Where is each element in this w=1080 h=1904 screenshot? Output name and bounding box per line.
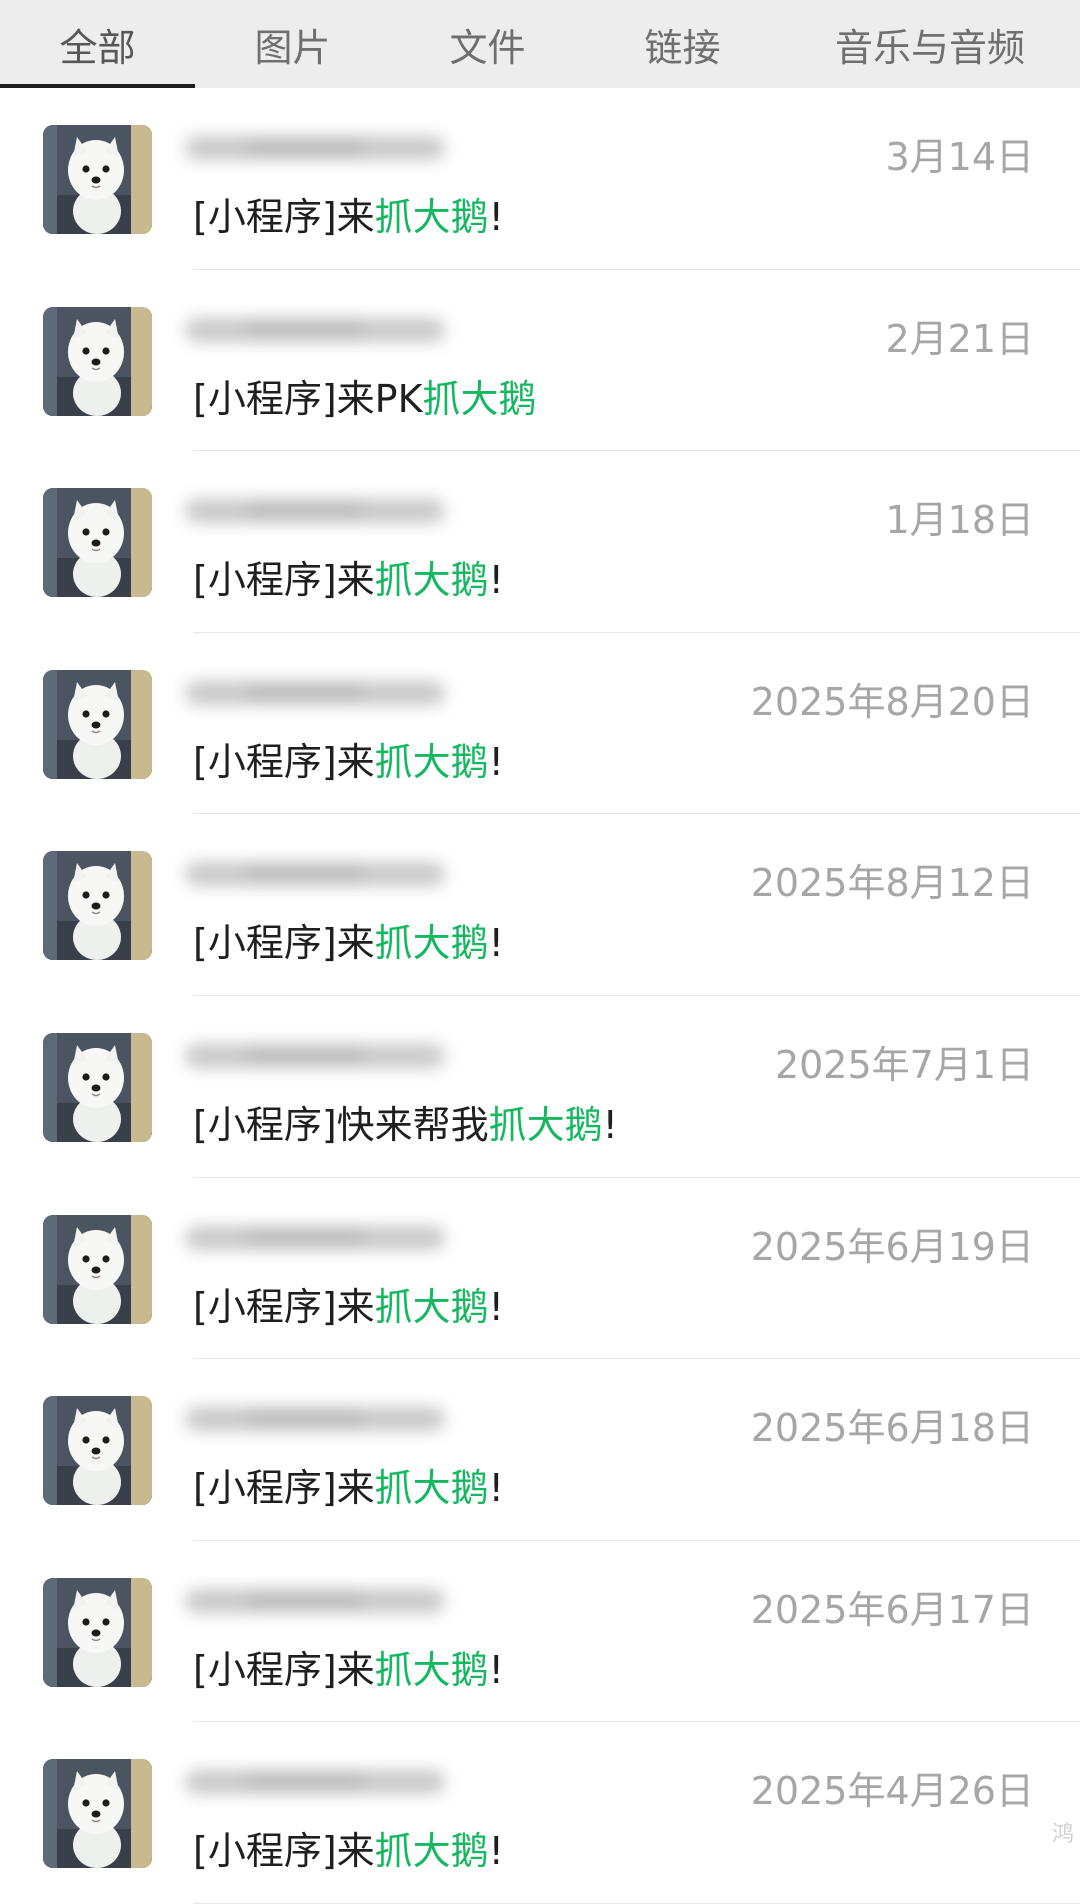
message-date: 2025年6月17日 bbox=[750, 1587, 1034, 1632]
message-prefix: [小程序]来 bbox=[193, 558, 375, 603]
tab-all[interactable]: 全部 bbox=[0, 0, 195, 88]
message-list: 3月14日 [小程序]来抓大鹅! 2月21日 [小程序]来PK抓大鹅 1月18日 [小程序… bbox=[0, 88, 1080, 1904]
sender-avatar[interactable] bbox=[43, 306, 152, 416]
message-suffix: ! bbox=[488, 1466, 504, 1511]
message-text: [小程序]来抓大鹅! bbox=[193, 186, 504, 241]
message-text: [小程序]来抓大鹅! bbox=[193, 549, 504, 604]
message-suffix: ! bbox=[488, 921, 504, 966]
message-highlight: 抓大鹅 bbox=[374, 1647, 489, 1692]
message-prefix: [小程序]来 bbox=[193, 1829, 375, 1874]
tab-bar: 全部 图片 文件 链接 音乐与音频 bbox=[0, 0, 1080, 88]
message-suffix: ! bbox=[602, 1102, 618, 1147]
sender-name-redacted bbox=[165, 663, 495, 723]
message-highlight: 抓大鹅 bbox=[374, 1829, 489, 1874]
message-date: 2025年8月20日 bbox=[750, 679, 1034, 724]
message-text: [小程序]来抓大鹅! bbox=[193, 1639, 504, 1694]
message-highlight: 抓大鹅 bbox=[374, 1466, 489, 1511]
message-prefix: [小程序]来 bbox=[193, 1466, 375, 1511]
chat-record-row[interactable]: 3月14日 [小程序]来抓大鹅! bbox=[0, 88, 1080, 270]
tab-files[interactable]: 文件 bbox=[390, 0, 585, 88]
message-prefix: [小程序]来 bbox=[193, 1647, 375, 1692]
message-suffix: ! bbox=[488, 195, 504, 239]
sender-name-redacted bbox=[165, 481, 495, 541]
message-date: 2025年8月12日 bbox=[750, 861, 1034, 906]
chat-record-row[interactable]: 2025年8月20日 [小程序]来抓大鹅! bbox=[0, 633, 1080, 815]
watermark: 鸿 bbox=[1051, 1822, 1074, 1847]
message-date: 2月21日 bbox=[885, 316, 1034, 361]
sender-name-redacted bbox=[165, 1571, 495, 1631]
chat-record-row[interactable]: 2025年4月26日 [小程序]来抓大鹅! bbox=[0, 1722, 1080, 1904]
tab-links[interactable]: 链接 bbox=[585, 0, 780, 88]
chat-record-row[interactable]: 2025年6月17日 [小程序]来抓大鹅! bbox=[0, 1541, 1080, 1723]
tab-label: 文件 bbox=[449, 25, 526, 70]
message-prefix: [小程序]来 bbox=[193, 195, 375, 239]
message-date: 2025年4月26日 bbox=[750, 1769, 1034, 1814]
tab-music-audio[interactable]: 音乐与音频 bbox=[780, 0, 1080, 88]
chat-record-row[interactable]: 2025年6月18日 [小程序]来抓大鹅! bbox=[0, 1359, 1080, 1541]
message-text: [小程序]快来帮我抓大鹅! bbox=[193, 1094, 618, 1149]
message-text: [小程序]来抓大鹅! bbox=[193, 1457, 504, 1512]
message-suffix: ! bbox=[488, 1829, 504, 1874]
sender-avatar[interactable] bbox=[43, 1577, 152, 1687]
sender-name-redacted bbox=[165, 1026, 495, 1086]
sender-avatar[interactable] bbox=[43, 1214, 152, 1324]
message-text: [小程序]来抓大鹅! bbox=[193, 1276, 504, 1331]
chat-record-row[interactable]: 2025年8月12日 [小程序]来抓大鹅! bbox=[0, 814, 1080, 996]
message-date: 2025年6月19日 bbox=[750, 1224, 1034, 1269]
message-text: [小程序]来抓大鹅! bbox=[193, 1820, 504, 1875]
tab-label: 全部 bbox=[59, 25, 136, 70]
message-highlight: 抓大鹅 bbox=[374, 558, 489, 603]
sender-avatar[interactable] bbox=[43, 1032, 152, 1142]
tab-label: 音乐与音频 bbox=[834, 25, 1025, 70]
message-text: [小程序]来抓大鹅! bbox=[193, 912, 504, 967]
sender-name-redacted bbox=[165, 1208, 495, 1268]
tab-label: 图片 bbox=[254, 25, 331, 70]
sender-name-redacted bbox=[165, 300, 495, 360]
sender-avatar[interactable] bbox=[43, 1396, 152, 1506]
message-highlight: 抓大鹅 bbox=[374, 739, 489, 784]
sender-avatar[interactable] bbox=[43, 125, 152, 234]
tab-label: 链接 bbox=[644, 25, 721, 70]
sender-name-redacted bbox=[165, 844, 495, 904]
message-date: 2025年6月18日 bbox=[750, 1406, 1034, 1451]
chat-record-row[interactable]: 1月18日 [小程序]来抓大鹅! bbox=[0, 451, 1080, 633]
chat-record-row[interactable]: 2025年6月19日 [小程序]来抓大鹅! bbox=[0, 1178, 1080, 1360]
message-date: 3月14日 bbox=[885, 135, 1034, 179]
message-prefix: [小程序]来 bbox=[193, 1284, 375, 1329]
message-date: 2025年7月1日 bbox=[774, 1042, 1034, 1087]
message-highlight: 抓大鹅 bbox=[488, 1102, 603, 1147]
chat-record-row[interactable]: 2月21日 [小程序]来PK抓大鹅 bbox=[0, 270, 1080, 452]
sender-name-redacted bbox=[165, 118, 495, 178]
message-date: 1月18日 bbox=[885, 498, 1034, 543]
message-highlight: 抓大鹅 bbox=[374, 921, 489, 966]
message-prefix: [小程序]来 bbox=[193, 921, 375, 966]
message-highlight: 抓大鹅 bbox=[374, 1284, 489, 1329]
sender-avatar[interactable] bbox=[43, 669, 152, 779]
tab-images[interactable]: 图片 bbox=[195, 0, 390, 88]
message-suffix: ! bbox=[488, 1647, 504, 1692]
sender-name-redacted bbox=[165, 1752, 495, 1812]
chat-record-row[interactable]: 2025年7月1日 [小程序]快来帮我抓大鹅! bbox=[0, 996, 1080, 1178]
sender-avatar[interactable] bbox=[43, 851, 152, 961]
message-prefix: [小程序]快来帮我 bbox=[193, 1102, 489, 1147]
sender-name-redacted bbox=[165, 1389, 495, 1449]
sender-avatar[interactable] bbox=[43, 1759, 152, 1869]
message-highlight: 抓大鹅 bbox=[374, 195, 489, 239]
message-highlight: 抓大鹅 bbox=[422, 376, 537, 421]
message-suffix: ! bbox=[488, 1284, 504, 1329]
sender-avatar[interactable] bbox=[43, 488, 152, 598]
message-suffix: ! bbox=[488, 739, 504, 784]
message-prefix: [小程序]来PK bbox=[193, 376, 423, 421]
message-text: [小程序]来PK抓大鹅 bbox=[193, 368, 537, 423]
message-prefix: [小程序]来 bbox=[193, 739, 375, 784]
message-suffix: ! bbox=[488, 558, 504, 603]
message-text: [小程序]来抓大鹅! bbox=[193, 731, 504, 786]
